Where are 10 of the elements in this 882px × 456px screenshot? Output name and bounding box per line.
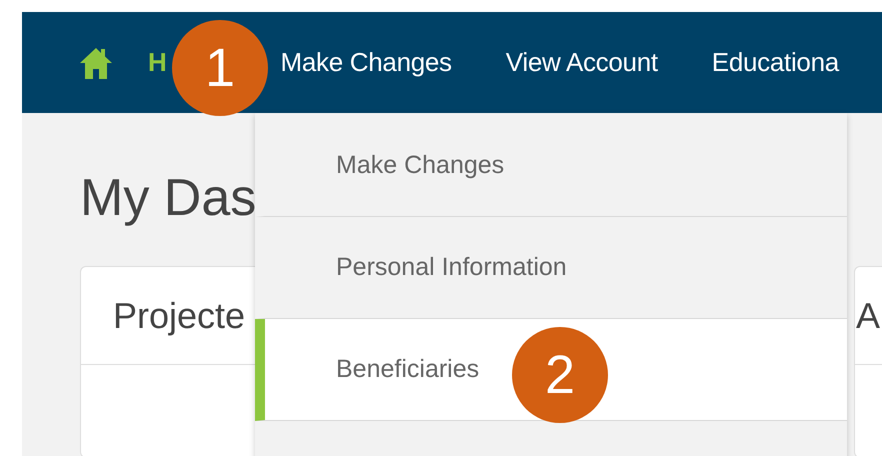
menu-item[interactable]: Personal Information: [255, 217, 847, 319]
nav-link[interactable]: View Account: [506, 47, 658, 78]
nav-link[interactable]: Make Changes: [280, 47, 452, 78]
nav-link[interactable]: Educationa: [712, 47, 839, 78]
card-title: A: [856, 294, 880, 336]
home-link[interactable]: H: [148, 47, 166, 78]
home-icon[interactable]: [78, 46, 114, 80]
card-title: Projecte: [113, 294, 246, 336]
page-title: My Das: [80, 168, 258, 228]
menu-item[interactable]: Make Changes: [255, 115, 847, 217]
